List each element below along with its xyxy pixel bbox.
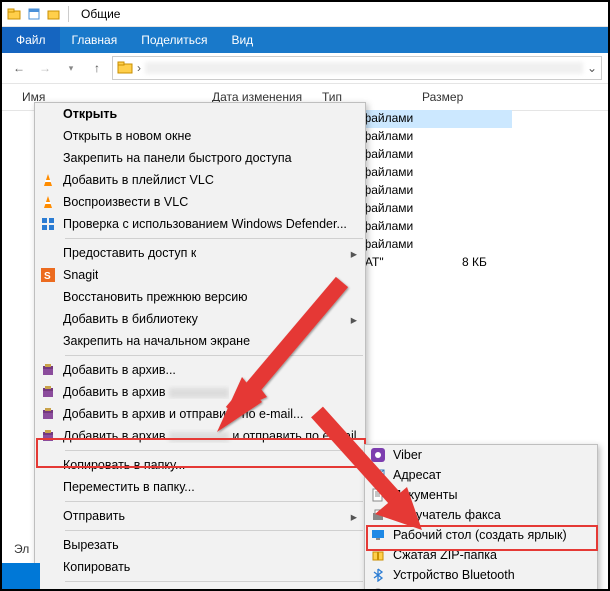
menu-pin-quick-access[interactable]: Закрепить на панели быстрого доступа bbox=[35, 147, 365, 169]
submenu-dvd-drive[interactable]: DVD RW дисковод (O:) bbox=[365, 585, 597, 591]
menu-snagit[interactable]: SSnagit bbox=[35, 264, 365, 286]
menu-copy-to-folder[interactable]: Копировать в папку... bbox=[35, 454, 365, 476]
path-blurred bbox=[145, 62, 583, 74]
submenu-desktop-shortcut[interactable]: Рабочий стол (создать ярлык) bbox=[365, 525, 597, 545]
menu-rar-add[interactable]: Добавить в архив... bbox=[35, 359, 365, 381]
status-label: Эл bbox=[14, 542, 29, 556]
folder-icon bbox=[117, 60, 133, 76]
explorer-icon bbox=[6, 6, 22, 22]
window-title: Общие bbox=[81, 7, 120, 21]
submenu-mail-recipient[interactable]: Адресат bbox=[365, 465, 597, 485]
qat-separator bbox=[68, 6, 69, 22]
send-to-submenu: Viber Адресат Документы Получатель факса… bbox=[364, 444, 598, 591]
submenu-fax-recipient[interactable]: Получатель факса bbox=[365, 505, 597, 525]
ribbon-tab-view[interactable]: Вид bbox=[219, 27, 265, 53]
ribbon-tab-home[interactable]: Главная bbox=[60, 27, 130, 53]
mail-icon bbox=[369, 466, 387, 484]
menu-create-shortcut[interactable]: Создать ярлык bbox=[35, 585, 365, 591]
chevron-right-icon: › bbox=[137, 61, 141, 75]
ribbon: Файл Главная Поделиться Вид bbox=[2, 27, 608, 53]
menu-cut[interactable]: Вырезать bbox=[35, 534, 365, 556]
menu-vlc-play[interactable]: Воспроизвести в VLC bbox=[35, 191, 365, 213]
dvd-icon bbox=[369, 586, 387, 591]
menu-rar-add-named[interactable]: Добавить в архив bbox=[35, 381, 365, 403]
nav-up-button[interactable]: ↑ bbox=[86, 57, 108, 79]
nav-back-button[interactable]: ← bbox=[8, 57, 30, 79]
submenu-documents[interactable]: Документы bbox=[365, 485, 597, 505]
blurred-text bbox=[169, 432, 229, 442]
zip-icon bbox=[369, 546, 387, 564]
submenu-zip-folder[interactable]: Сжатая ZIP-папка bbox=[365, 545, 597, 565]
menu-restore-previous[interactable]: Восстановить прежнюю версию bbox=[35, 286, 365, 308]
qat-properties-icon[interactable] bbox=[26, 6, 42, 22]
submenu-bluetooth[interactable]: Устройство Bluetooth bbox=[365, 565, 597, 585]
menu-move-to-folder[interactable]: Переместить в папку... bbox=[35, 476, 365, 498]
menu-vlc-add[interactable]: Добавить в плейлист VLC bbox=[35, 169, 365, 191]
menu-open[interactable]: Открыть bbox=[35, 103, 365, 125]
menu-rar-email-named[interactable]: Добавить в архив и отправить по e-mail bbox=[35, 425, 365, 447]
menu-open-new-window[interactable]: Открыть в новом окне bbox=[35, 125, 365, 147]
taskbar-fragment bbox=[2, 563, 40, 589]
snagit-icon: S bbox=[39, 266, 57, 284]
documents-icon bbox=[369, 486, 387, 504]
menu-defender-scan[interactable]: Проверка с использованием Windows Defend… bbox=[35, 213, 365, 235]
menu-pin-start[interactable]: Закрепить на начальном экране bbox=[35, 330, 365, 352]
desktop-icon bbox=[369, 526, 387, 544]
viber-icon bbox=[369, 446, 387, 464]
svg-text:S: S bbox=[44, 271, 51, 282]
winrar-icon bbox=[39, 427, 57, 445]
col-size[interactable]: Размер bbox=[422, 90, 512, 104]
winrar-icon bbox=[39, 383, 57, 401]
vlc-icon bbox=[39, 193, 57, 211]
address-bar: ← → ▾ ↑ › ⌄ bbox=[2, 53, 608, 84]
chevron-down-icon[interactable]: ⌄ bbox=[587, 61, 597, 75]
submenu-viber[interactable]: Viber bbox=[365, 445, 597, 465]
winrar-icon bbox=[39, 405, 57, 423]
menu-grant-access[interactable]: Предоставить доступ к bbox=[35, 242, 365, 264]
menu-add-to-library[interactable]: Добавить в библиотеку bbox=[35, 308, 365, 330]
ribbon-tab-share[interactable]: Поделиться bbox=[129, 27, 219, 53]
blurred-text bbox=[169, 388, 229, 398]
vlc-icon bbox=[39, 171, 57, 189]
menu-send-to[interactable]: Отправить bbox=[35, 505, 365, 527]
nav-forward-button[interactable]: → bbox=[34, 57, 56, 79]
menu-copy[interactable]: Копировать bbox=[35, 556, 365, 578]
menu-rar-email[interactable]: Добавить в архив и отправить по e-mail..… bbox=[35, 403, 365, 425]
fax-icon bbox=[369, 506, 387, 524]
nav-recent-button[interactable]: ▾ bbox=[60, 57, 82, 79]
ribbon-file[interactable]: Файл bbox=[2, 27, 60, 53]
breadcrumb[interactable]: › ⌄ bbox=[112, 56, 602, 80]
defender-icon bbox=[39, 215, 57, 233]
winrar-icon bbox=[39, 361, 57, 379]
size-cell: 8 КБ bbox=[462, 255, 487, 269]
bluetooth-icon bbox=[369, 566, 387, 584]
qat-newfolder-icon[interactable] bbox=[46, 6, 62, 22]
context-menu: Открыть Открыть в новом окне Закрепить н… bbox=[34, 102, 366, 591]
window-titlebar: Общие bbox=[2, 2, 608, 27]
